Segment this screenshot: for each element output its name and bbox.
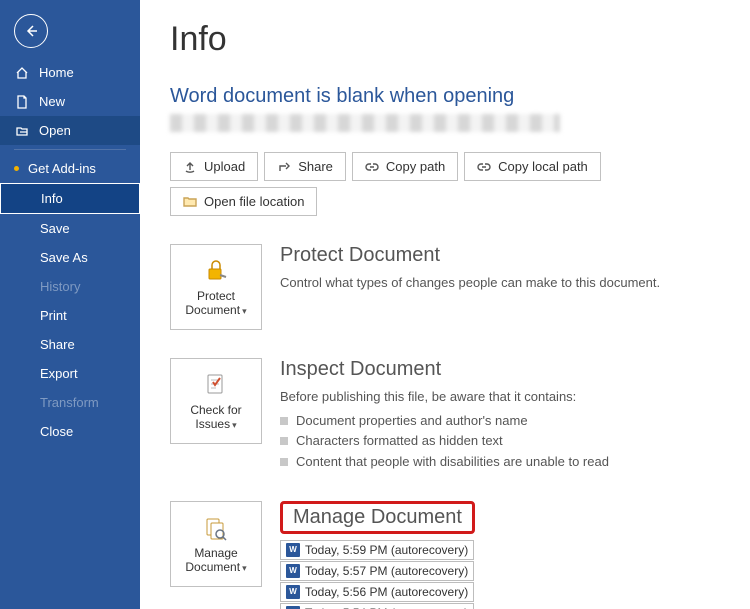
back-button[interactable] bbox=[14, 14, 48, 48]
recovery-item[interactable]: WToday, 5:54 PM (autorecovery) bbox=[280, 603, 474, 609]
nav-open-label: Open bbox=[39, 123, 71, 138]
copy-local-path-label: Copy local path bbox=[498, 159, 588, 174]
nav-share-label: Share bbox=[40, 337, 75, 352]
inspect-item: Content that people with disabilities ar… bbox=[280, 452, 609, 473]
backstage-sidebar: Home New Open Get Add-ins Info Save Save… bbox=[0, 0, 140, 609]
word-icon: W bbox=[286, 585, 300, 599]
nav-open[interactable]: Open bbox=[0, 116, 140, 145]
manage-text: Manage Document WToday, 5:59 PM (autorec… bbox=[280, 501, 475, 609]
main-panel: Info Word document is blank when opening… bbox=[140, 0, 750, 609]
open-icon bbox=[15, 124, 29, 138]
protect-section: Protect Document Protect Document Contro… bbox=[170, 244, 720, 330]
protect-desc: Control what types of changes people can… bbox=[280, 273, 660, 293]
highlight-annotation: Manage Document bbox=[280, 501, 475, 534]
protect-title: Protect Document bbox=[280, 244, 660, 267]
recovery-item[interactable]: WToday, 5:59 PM (autorecovery) bbox=[280, 540, 474, 560]
manage-document-label: Manage Document bbox=[171, 546, 261, 575]
arrow-left-icon bbox=[23, 23, 39, 39]
redacted-path bbox=[170, 114, 560, 132]
share-button[interactable]: Share bbox=[264, 152, 346, 181]
lock-icon bbox=[202, 257, 230, 285]
inspect-desc: Before publishing this file, be aware th… bbox=[280, 387, 609, 407]
manage-document-button[interactable]: Manage Document bbox=[170, 501, 262, 587]
recovery-item[interactable]: WToday, 5:57 PM (autorecovery) bbox=[280, 561, 474, 581]
upload-icon bbox=[183, 160, 197, 174]
nav-save-as-label: Save As bbox=[40, 250, 88, 265]
nav-transform-label: Transform bbox=[40, 395, 99, 410]
inspect-text: Inspect Document Before publishing this … bbox=[280, 358, 609, 473]
nav-new[interactable]: New bbox=[0, 87, 140, 116]
manage-icon bbox=[202, 514, 230, 542]
nav-save-label: Save bbox=[40, 221, 70, 236]
inspect-bullets: Document properties and author's name Ch… bbox=[280, 411, 609, 473]
nav-info-label: Info bbox=[41, 191, 63, 206]
home-icon bbox=[15, 66, 29, 80]
nav-new-label: New bbox=[39, 94, 65, 109]
inspect-title: Inspect Document bbox=[280, 358, 609, 381]
inspect-item: Characters formatted as hidden text bbox=[280, 431, 609, 452]
nav-export[interactable]: Export bbox=[0, 359, 140, 388]
upload-label: Upload bbox=[204, 159, 245, 174]
protect-text: Protect Document Control what types of c… bbox=[280, 244, 660, 293]
folder-icon bbox=[183, 196, 197, 208]
nav-save[interactable]: Save bbox=[0, 214, 140, 243]
nav-history: History bbox=[0, 272, 140, 301]
nav-info[interactable]: Info bbox=[0, 183, 140, 214]
info-toolbar: Upload Share Copy path Copy local path O… bbox=[170, 152, 720, 216]
open-file-location-button[interactable]: Open file location bbox=[170, 187, 317, 216]
nav-get-addins[interactable]: Get Add-ins bbox=[0, 154, 140, 183]
link-icon bbox=[365, 162, 379, 172]
page-title: Info bbox=[170, 20, 720, 59]
copy-path-button[interactable]: Copy path bbox=[352, 152, 458, 181]
nav-home[interactable]: Home bbox=[0, 58, 140, 87]
share-label: Share bbox=[298, 159, 333, 174]
nav-save-as[interactable]: Save As bbox=[0, 243, 140, 272]
upload-button[interactable]: Upload bbox=[170, 152, 258, 181]
nav-history-label: History bbox=[40, 279, 80, 294]
manage-title: Manage Document bbox=[293, 506, 462, 529]
check-issues-button[interactable]: Check for Issues bbox=[170, 358, 262, 444]
copy-local-path-button[interactable]: Copy local path bbox=[464, 152, 601, 181]
nav-share[interactable]: Share bbox=[0, 330, 140, 359]
nav-home-label: Home bbox=[39, 65, 74, 80]
bullet-icon bbox=[280, 437, 288, 445]
open-file-location-label: Open file location bbox=[204, 194, 304, 209]
manage-section: Manage Document Manage Document WToday, … bbox=[170, 501, 720, 609]
link-icon bbox=[477, 162, 491, 172]
notification-dot-icon bbox=[14, 166, 19, 171]
recovery-list: WToday, 5:59 PM (autorecovery) WToday, 5… bbox=[280, 540, 475, 609]
nav-get-addins-label: Get Add-ins bbox=[28, 161, 96, 176]
bullet-icon bbox=[280, 458, 288, 466]
word-icon: W bbox=[286, 543, 300, 557]
divider bbox=[14, 149, 126, 150]
document-icon bbox=[15, 95, 29, 109]
document-title: Word document is blank when opening bbox=[170, 85, 720, 108]
nav-transform: Transform bbox=[0, 388, 140, 417]
nav-close-label: Close bbox=[40, 424, 73, 439]
check-issues-label: Check for Issues bbox=[171, 403, 261, 432]
bullet-icon bbox=[280, 417, 288, 425]
inspect-item: Document properties and author's name bbox=[280, 411, 609, 432]
nav-print-label: Print bbox=[40, 308, 67, 323]
recovery-item[interactable]: WToday, 5:56 PM (autorecovery) bbox=[280, 582, 474, 602]
copy-path-label: Copy path bbox=[386, 159, 445, 174]
inspect-icon bbox=[202, 371, 230, 399]
nav-print[interactable]: Print bbox=[0, 301, 140, 330]
nav-close[interactable]: Close bbox=[0, 417, 140, 446]
nav-export-label: Export bbox=[40, 366, 78, 381]
inspect-section: Check for Issues Inspect Document Before… bbox=[170, 358, 720, 473]
share-icon bbox=[277, 160, 291, 174]
protect-document-label: Protect Document bbox=[171, 289, 261, 318]
word-icon: W bbox=[286, 564, 300, 578]
protect-document-button[interactable]: Protect Document bbox=[170, 244, 262, 330]
